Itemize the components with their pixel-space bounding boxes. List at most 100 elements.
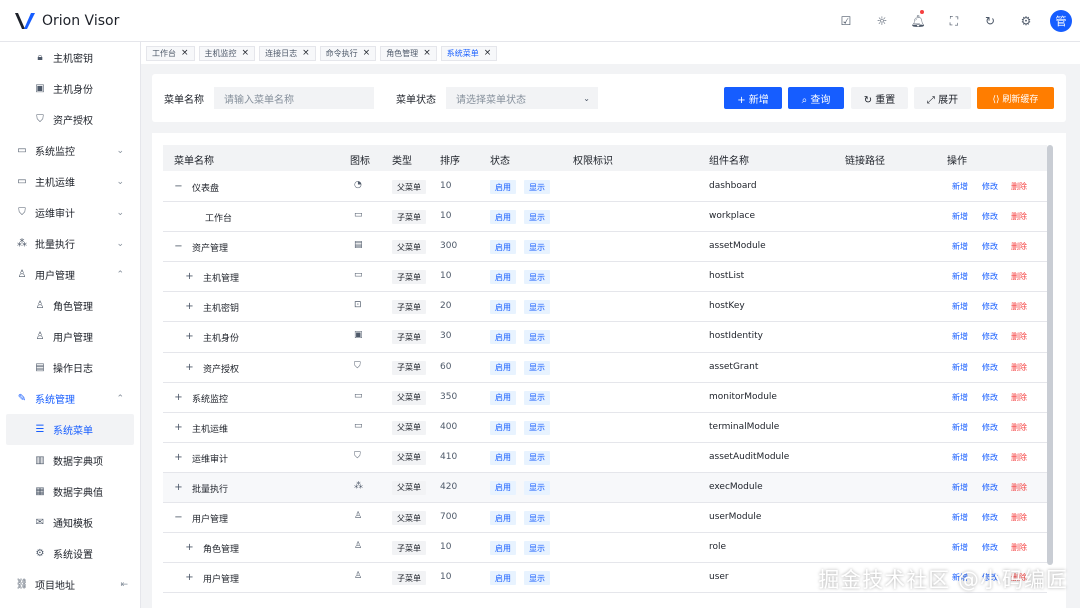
close-icon[interactable]: × bbox=[423, 48, 431, 58]
table-row[interactable]: − 资产管理 ▤ 父菜单 300 启用 显示 assetModule 新增 修改 删除 bbox=[163, 232, 1047, 263]
row-delete-link[interactable]: 删除 bbox=[1011, 181, 1027, 192]
row-delete-link[interactable]: 删除 bbox=[1011, 422, 1027, 433]
expand-toggle-icon[interactable]: + bbox=[185, 573, 194, 583]
query-button[interactable]: ⌕ 查询 bbox=[788, 87, 844, 109]
sidebar-item[interactable]: ✉ 通知模板 bbox=[0, 507, 140, 538]
row-edit-link[interactable]: 修改 bbox=[982, 331, 998, 342]
close-icon[interactable]: × bbox=[181, 48, 189, 58]
sidebar-item[interactable]: ⁂ 批量执行 ⌄ bbox=[0, 228, 140, 259]
close-icon[interactable]: × bbox=[302, 48, 310, 58]
expand-toggle-icon[interactable]: + bbox=[174, 482, 183, 492]
row-delete-link[interactable]: 删除 bbox=[1011, 301, 1027, 312]
row-add-link[interactable]: 新增 bbox=[952, 422, 968, 433]
row-edit-link[interactable]: 修改 bbox=[982, 422, 998, 433]
sidebar-item[interactable]: ⛉ 运维审计 ⌄ bbox=[0, 197, 140, 228]
sidebar-item[interactable]: ♙ 用户管理 ⌃ bbox=[0, 259, 140, 290]
expand-toggle-icon[interactable]: + bbox=[185, 302, 194, 312]
reset-button[interactable]: ↻ 重置 bbox=[851, 87, 908, 109]
row-edit-link[interactable]: 修改 bbox=[982, 482, 998, 493]
row-delete-link[interactable]: 删除 bbox=[1011, 512, 1027, 523]
row-add-link[interactable]: 新增 bbox=[952, 542, 968, 553]
row-delete-link[interactable]: 删除 bbox=[1011, 392, 1027, 403]
row-add-link[interactable]: 新增 bbox=[952, 271, 968, 282]
sidebar-item[interactable]: ♙ 用户管理 bbox=[0, 321, 140, 352]
gear-icon[interactable]: ⚙ bbox=[1008, 0, 1044, 42]
tab[interactable]: 系统菜单 × bbox=[440, 45, 498, 61]
row-edit-link[interactable]: 修改 bbox=[982, 542, 998, 553]
row-add-link[interactable]: 新增 bbox=[952, 452, 968, 463]
expand-toggle-icon[interactable]: + bbox=[174, 422, 183, 432]
table-row[interactable]: + 主机管理 ▭ 子菜单 10 启用 显示 hostList 新增 修改 删除 bbox=[163, 262, 1047, 293]
tab[interactable]: 连接日志 × bbox=[259, 45, 316, 61]
tab[interactable]: 角色管理 × bbox=[380, 45, 437, 61]
row-add-link[interactable]: 新增 bbox=[952, 392, 968, 403]
row-delete-link[interactable]: 删除 bbox=[1011, 241, 1027, 252]
avatar[interactable]: 管 bbox=[1050, 10, 1072, 32]
table-row[interactable]: + 批量执行 ⁂ 父菜单 420 启用 显示 execModule 新增 修改 删除 bbox=[163, 472, 1047, 504]
menu-status-select[interactable]: 请选择菜单状态 ⌄ bbox=[446, 87, 598, 109]
row-add-link[interactable]: 新增 bbox=[952, 512, 968, 523]
row-delete-link[interactable]: 删除 bbox=[1011, 542, 1027, 553]
sidebar-item[interactable]: ✎ 系统管理 ⌃ bbox=[0, 383, 140, 414]
row-delete-link[interactable]: 删除 bbox=[1011, 211, 1027, 222]
app-logo[interactable]: Orion Visor bbox=[14, 12, 119, 30]
row-edit-link[interactable]: 修改 bbox=[982, 181, 998, 192]
sun-icon[interactable]: ☼ bbox=[864, 0, 900, 42]
sidebar-item[interactable]: ⛉ 资产授权 bbox=[0, 104, 140, 135]
row-add-link[interactable]: 新增 bbox=[952, 362, 968, 373]
table-row[interactable]: − 仪表盘 ◔ 父菜单 10 启用 显示 dashboard 新增 修改 删除 bbox=[163, 172, 1047, 203]
row-edit-link[interactable]: 修改 bbox=[982, 301, 998, 312]
row-edit-link[interactable]: 修改 bbox=[982, 211, 998, 222]
doc-icon[interactable]: ☑ bbox=[828, 0, 864, 42]
sidebar-item[interactable]: ⚙ 系统设置 bbox=[0, 538, 140, 569]
row-add-link[interactable]: 新增 bbox=[952, 331, 968, 342]
menu-name-input[interactable]: 请输入菜单名称 bbox=[214, 87, 374, 109]
sidebar-item[interactable]: ▤ 操作日志 bbox=[0, 352, 140, 383]
bell-icon[interactable]: 🔔︎ bbox=[900, 0, 936, 42]
expand-toggle-icon[interactable]: + bbox=[185, 332, 194, 342]
row-edit-link[interactable]: 修改 bbox=[982, 241, 998, 252]
row-add-link[interactable]: 新增 bbox=[952, 301, 968, 312]
row-edit-link[interactable]: 修改 bbox=[982, 271, 998, 282]
table-row[interactable]: + 运维审计 ⛉ 父菜单 410 启用 显示 assetAuditModule 新增 修改 删除 bbox=[163, 443, 1047, 473]
row-edit-link[interactable]: 修改 bbox=[982, 392, 998, 403]
expand-toggle-icon[interactable]: − bbox=[174, 513, 183, 523]
sidebar-item[interactable]: 🔒︎ 主机密钥 bbox=[0, 42, 140, 73]
close-icon[interactable]: × bbox=[363, 48, 371, 58]
row-add-link[interactable]: 新增 bbox=[952, 482, 968, 493]
expand-toggle-icon[interactable]: + bbox=[185, 362, 194, 372]
row-delete-link[interactable]: 删除 bbox=[1011, 331, 1027, 342]
sidebar-item[interactable]: ▭ 系统监控 ⌄ bbox=[0, 135, 140, 166]
table-row[interactable]: + 系统监控 ▭ 父菜单 350 启用 显示 monitorModule 新增 修改 删除 bbox=[163, 383, 1047, 413]
expand-toggle-icon[interactable]: + bbox=[185, 272, 194, 282]
row-edit-link[interactable]: 修改 bbox=[982, 362, 998, 373]
table-scrollbar[interactable] bbox=[1047, 145, 1053, 565]
expand-toggle-icon[interactable]: − bbox=[174, 182, 183, 192]
row-delete-link[interactable]: 删除 bbox=[1011, 452, 1027, 463]
expand-toggle-icon[interactable]: + bbox=[185, 543, 194, 553]
row-delete-link[interactable]: 删除 bbox=[1011, 482, 1027, 493]
row-edit-link[interactable]: 修改 bbox=[982, 512, 998, 523]
refresh-cache-button[interactable]: ⟨⟩ 刷新缓存 bbox=[977, 87, 1054, 109]
collapse-sidebar-icon[interactable]: ⇤ bbox=[120, 580, 128, 590]
sidebar-item[interactable]: ▥ 数据字典项 bbox=[0, 445, 140, 476]
row-add-link[interactable]: 新增 bbox=[952, 241, 968, 252]
tab[interactable]: 主机监控 × bbox=[198, 45, 256, 61]
expand-button[interactable]: ⤢ 展开 bbox=[914, 87, 971, 109]
expand-toggle-icon[interactable]: + bbox=[174, 392, 183, 402]
tab[interactable]: 命令执行 × bbox=[319, 45, 377, 61]
row-delete-link[interactable]: 删除 bbox=[1011, 271, 1027, 282]
sidebar-item[interactable]: ▭ 主机运维 ⌄ bbox=[0, 166, 140, 197]
table-row[interactable]: 工作台 ▭ 子菜单 10 启用 显示 workplace 新增 修改 删除 bbox=[163, 202, 1047, 233]
sidebar-item[interactable]: ♙ 角色管理 bbox=[0, 290, 140, 321]
sidebar-item[interactable]: ☰ 系统菜单 bbox=[6, 414, 134, 445]
table-row[interactable]: + 主机密钥 ⊡ 子菜单 20 启用 显示 hostKey 新增 修改 删除 bbox=[163, 292, 1047, 323]
tab[interactable]: 工作台 × bbox=[146, 45, 195, 61]
table-row[interactable]: + 主机运维 ▭ 父菜单 400 启用 显示 terminalModule 新增 修改 删除 bbox=[163, 413, 1047, 443]
row-add-link[interactable]: 新增 bbox=[952, 181, 968, 192]
table-row[interactable]: + 主机身份 ▣ 子菜单 30 启用 显示 hostIdentity 新增 修改 删除 bbox=[163, 322, 1047, 353]
sidebar-item[interactable]: ▣ 主机身份 bbox=[0, 73, 140, 104]
table-row[interactable]: + 角色管理 ♙ 子菜单 10 启用 显示 role 新增 修改 删除 bbox=[163, 533, 1047, 564]
row-edit-link[interactable]: 修改 bbox=[982, 452, 998, 463]
add-button[interactable]: + 新增 bbox=[724, 87, 782, 109]
